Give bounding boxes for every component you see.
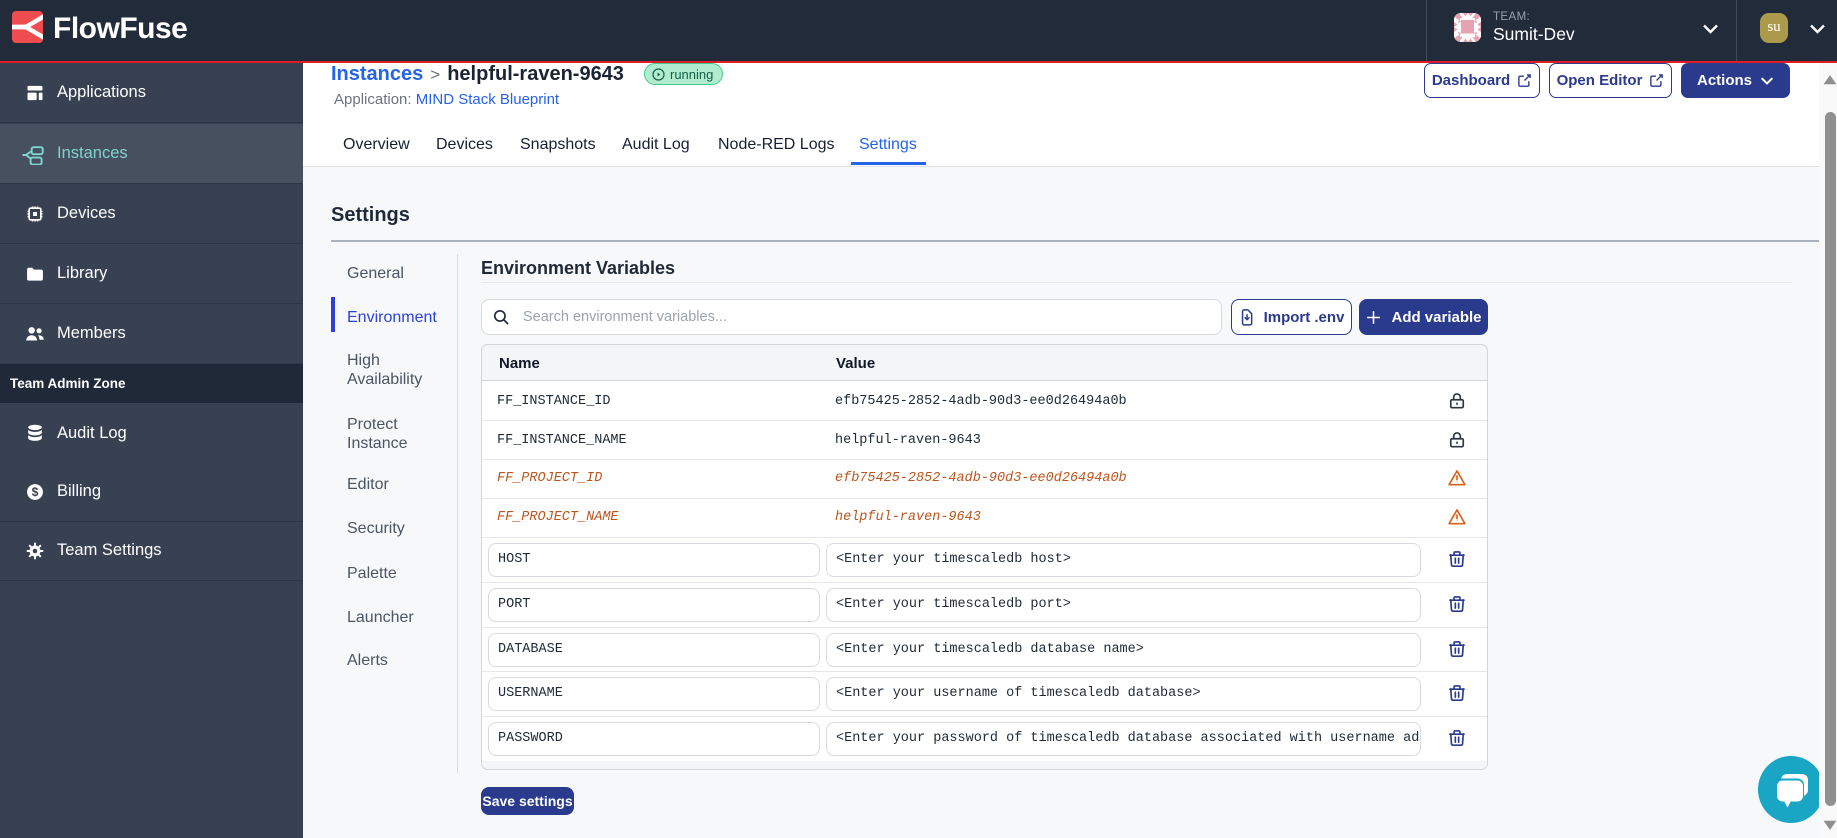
- svg-text:$: $: [32, 485, 39, 499]
